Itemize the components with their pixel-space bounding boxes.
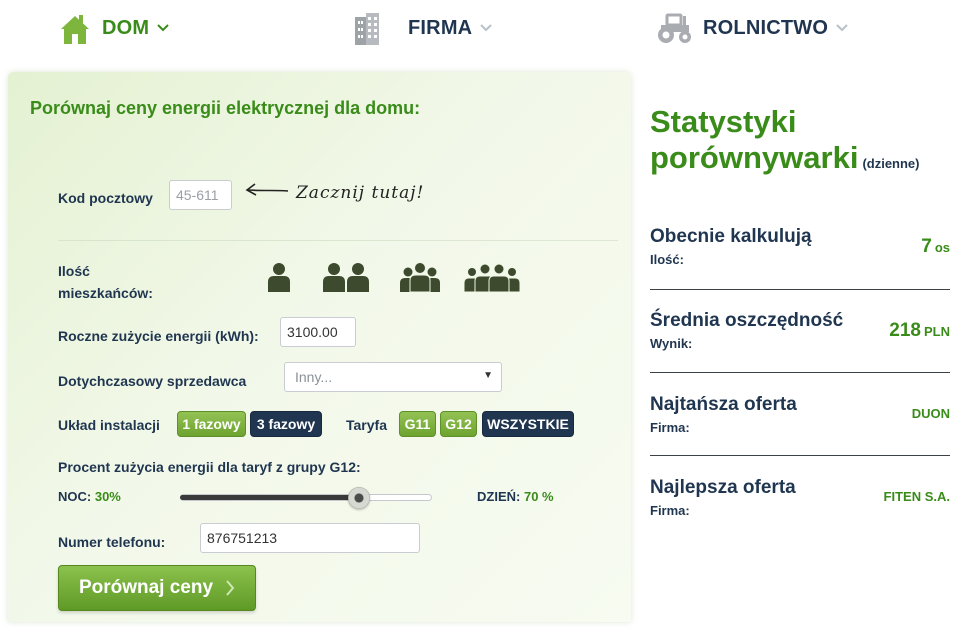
chevron-down-icon: [480, 22, 493, 34]
phone-label: Numer telefonu:: [58, 534, 166, 550]
caret-down-icon: ▼: [483, 370, 493, 381]
stat-title: Najtańsza oferta: [650, 394, 797, 415]
hand-drawn-arrow-icon: [244, 182, 290, 203]
night-label-text: NOC:: [58, 489, 92, 504]
top-navigation: DOM FIRMA ROLNICTWO: [0, 0, 961, 58]
stat-divider: [650, 455, 950, 456]
stats-title: Statystyki porównywarki (dzienne): [650, 104, 950, 182]
two-people-icon: [323, 263, 369, 292]
night-percent: NOC: 30%: [58, 489, 121, 504]
installation-1-phase-button[interactable]: 1 fazowy: [177, 411, 246, 437]
residents-option-4[interactable]: [464, 256, 520, 292]
nav-dom-label: DOM: [102, 16, 150, 39]
stat-title: Najlepsza oferta: [650, 477, 796, 498]
hint-text: Zacznij tutaj!: [296, 182, 425, 203]
stat-title: Średnia oszczędność: [650, 310, 844, 331]
residents-option-3[interactable]: [400, 256, 440, 292]
stat-value: DUON: [911, 406, 950, 421]
four-people-icon: [464, 263, 520, 292]
tariff-g11-button[interactable]: G11: [399, 411, 436, 437]
stat-title: Obecnie kalkulują: [650, 226, 812, 247]
office-building-icon: [350, 11, 384, 45]
chevron-down-icon: [836, 22, 848, 34]
divider: [58, 240, 618, 241]
supplier-select[interactable]: Inny... ▼: [284, 362, 502, 392]
stat-number: 218: [889, 320, 921, 341]
slider-fill: [180, 495, 359, 500]
supplier-selected-value: Inny...: [295, 369, 333, 385]
day-label-text: DZIEŃ:: [477, 489, 521, 504]
tractor-icon: [655, 11, 693, 45]
stat-number: 7: [921, 236, 932, 257]
zip-input[interactable]: [169, 180, 232, 210]
nav-rolnictwo[interactable]: ROLNICTWO: [655, 8, 848, 48]
day-percent: DZIEŃ: 70 %: [477, 489, 554, 504]
night-value: 30%: [94, 489, 121, 504]
chevron-down-icon: [157, 22, 169, 34]
residents-option-1[interactable]: [266, 256, 292, 292]
tariff-all-button[interactable]: WSZYSTKIE: [482, 411, 574, 437]
stat-divider: [650, 289, 950, 290]
installation-3-phase-button[interactable]: 3 fazowy: [250, 411, 322, 437]
stats-panel: Statystyki porównywarki (dzienne) Obecnie…: [650, 104, 950, 518]
residents-option-2[interactable]: [322, 256, 370, 292]
compare-prices-button[interactable]: Porównaj ceny: [58, 565, 256, 611]
g12-percent-label: Procent zużycia energii dla taryf z grup…: [58, 459, 361, 475]
comparison-form-panel: Porównaj ceny energii elektrycznej dla d…: [8, 72, 631, 622]
three-people-icon: [400, 262, 440, 292]
chevron-right-icon: [225, 579, 235, 597]
stat-value: 218 PLN: [889, 320, 950, 342]
nav-rolnictwo-label: ROLNICTWO: [703, 16, 829, 39]
nav-firma[interactable]: FIRMA: [350, 8, 493, 48]
tariff-g12-button[interactable]: G12: [440, 411, 477, 437]
zip-label: Kod pocztowy: [58, 190, 153, 206]
stat-unit: PLN: [924, 324, 950, 339]
slider-thumb[interactable]: [347, 487, 370, 509]
compare-button-label: Porównaj ceny: [78, 577, 214, 598]
day-value: 70 %: [523, 489, 554, 504]
stat-value: 7 os: [921, 236, 950, 258]
start-here-hint: Zacznij tutaj!: [244, 182, 424, 203]
tariff-label: Taryfa: [346, 417, 387, 433]
stat-sub: Wynik:: [650, 336, 693, 351]
supplier-label: Dotychczasowy sprzedawca: [58, 373, 247, 389]
usage-input[interactable]: [280, 317, 356, 347]
person-icon: [268, 263, 290, 292]
house-icon: [58, 11, 92, 45]
stat-sub: Ilość:: [650, 252, 684, 267]
phone-input[interactable]: [200, 523, 420, 553]
stats-title-text: Statystyki porównywarki: [650, 104, 859, 175]
residents-label: Ilość mieszkańców:: [58, 263, 153, 301]
nav-dom[interactable]: DOM: [58, 8, 169, 48]
stat-sub: Firma:: [650, 503, 690, 518]
nav-firma-label: FIRMA: [408, 16, 473, 39]
stat-divider: [650, 372, 950, 373]
installation-label: Układ instalacji: [58, 417, 160, 433]
g12-ratio-slider[interactable]: [180, 487, 432, 509]
stat-sub: Firma:: [650, 420, 690, 435]
stat-unit: os: [934, 240, 950, 255]
stat-value: FITEN S.A.: [883, 489, 950, 504]
usage-label: Roczne zużycie energii (kWh):: [58, 328, 259, 344]
stats-subtitle: (dzienne): [862, 156, 920, 171]
form-title: Porównaj ceny energii elektrycznej dla d…: [30, 98, 421, 118]
